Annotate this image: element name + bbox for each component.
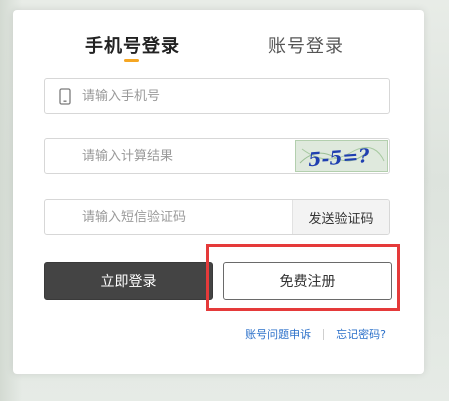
captcha-answer-input[interactable]	[82, 139, 322, 173]
tab-phone-login[interactable]: 手机号登录	[85, 32, 180, 58]
link-divider	[323, 328, 325, 340]
register-button[interactable]: 免费注册	[223, 262, 392, 300]
phone-input[interactable]	[82, 79, 322, 113]
phone-icon	[59, 88, 71, 105]
captcha-graphic: 5-5=?	[299, 145, 385, 171]
captcha-field: 5-5=?	[44, 138, 390, 174]
login-card: 手机号登录 账号登录 5-5=? 发送验证码 立即登录 免费注册 账号问题申诉 …	[13, 10, 424, 374]
captcha-image[interactable]: 5-5=?	[295, 140, 388, 172]
login-tabs: 手机号登录 账号登录	[13, 10, 424, 70]
sms-code-field: 发送验证码	[44, 199, 390, 235]
login-button[interactable]: 立即登录	[44, 262, 213, 300]
send-code-button[interactable]: 发送验证码	[292, 200, 389, 234]
account-issue-link[interactable]: 账号问题申诉	[245, 326, 311, 342]
tab-account-login[interactable]: 账号登录	[268, 32, 344, 58]
phone-field	[44, 78, 390, 114]
active-tab-indicator	[124, 59, 139, 62]
help-links: 账号问题申诉 忘记密码?	[245, 326, 386, 342]
forgot-password-link[interactable]: 忘记密码?	[336, 326, 386, 342]
captcha-text: 5-5=?	[307, 145, 371, 171]
sms-code-input[interactable]	[82, 200, 322, 234]
